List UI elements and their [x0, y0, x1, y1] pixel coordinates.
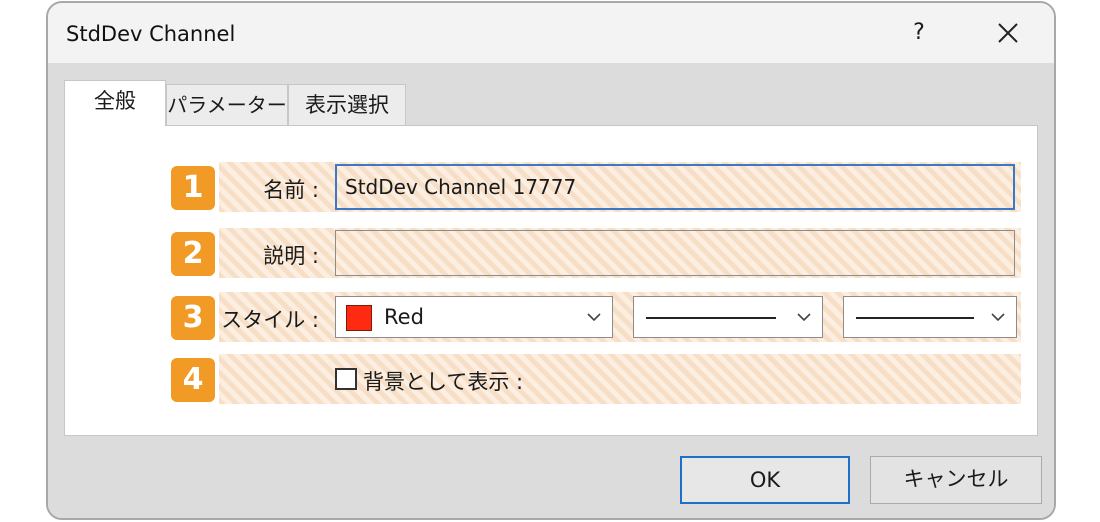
- tab-visualization[interactable]: 表示選択: [288, 84, 406, 126]
- chevron-down-icon: [991, 313, 1005, 322]
- ok-button[interactable]: OK: [680, 456, 850, 504]
- name-label: 名前 :: [263, 178, 319, 202]
- color-select-value: Red: [384, 305, 424, 329]
- name-input[interactable]: StdDev Channel 17777: [335, 164, 1015, 210]
- style-label: スタイル :: [221, 308, 319, 332]
- close-icon[interactable]: [990, 15, 1026, 51]
- dialog-window: StdDev Channel ? 全般 パラメーター 表示選択 1 名前 : S…: [46, 1, 1056, 520]
- description-input[interactable]: [335, 230, 1015, 276]
- tab-general[interactable]: 全般: [64, 80, 166, 126]
- draw-as-background-checkbox[interactable]: [335, 368, 357, 390]
- cancel-button[interactable]: キャンセル: [870, 456, 1042, 504]
- tab-panel-general: 1 名前 : StdDev Channel 17777 2 説明 : 3 スタイ…: [64, 125, 1038, 436]
- step-badge-4: 4: [171, 358, 215, 402]
- help-button[interactable]: ?: [904, 17, 934, 49]
- line-width-sample: [856, 317, 974, 319]
- line-style-sample: [646, 317, 776, 319]
- tab-parameters[interactable]: パラメーター: [166, 84, 288, 126]
- title-bar[interactable]: StdDev Channel ?: [48, 3, 1054, 63]
- line-width-select[interactable]: [843, 296, 1017, 338]
- window-title: StdDev Channel: [66, 22, 236, 46]
- chevron-down-icon: [587, 313, 601, 322]
- chevron-down-icon: [797, 313, 811, 322]
- line-style-select[interactable]: [633, 296, 823, 338]
- description-label: 説明 :: [263, 244, 319, 268]
- color-swatch: [346, 305, 372, 331]
- dialog-body: 全般 パラメーター 表示選択 1 名前 : StdDev Channel 177…: [48, 63, 1054, 518]
- color-select[interactable]: Red: [335, 296, 613, 338]
- draw-as-background-label: 背景として表示 :: [363, 370, 524, 394]
